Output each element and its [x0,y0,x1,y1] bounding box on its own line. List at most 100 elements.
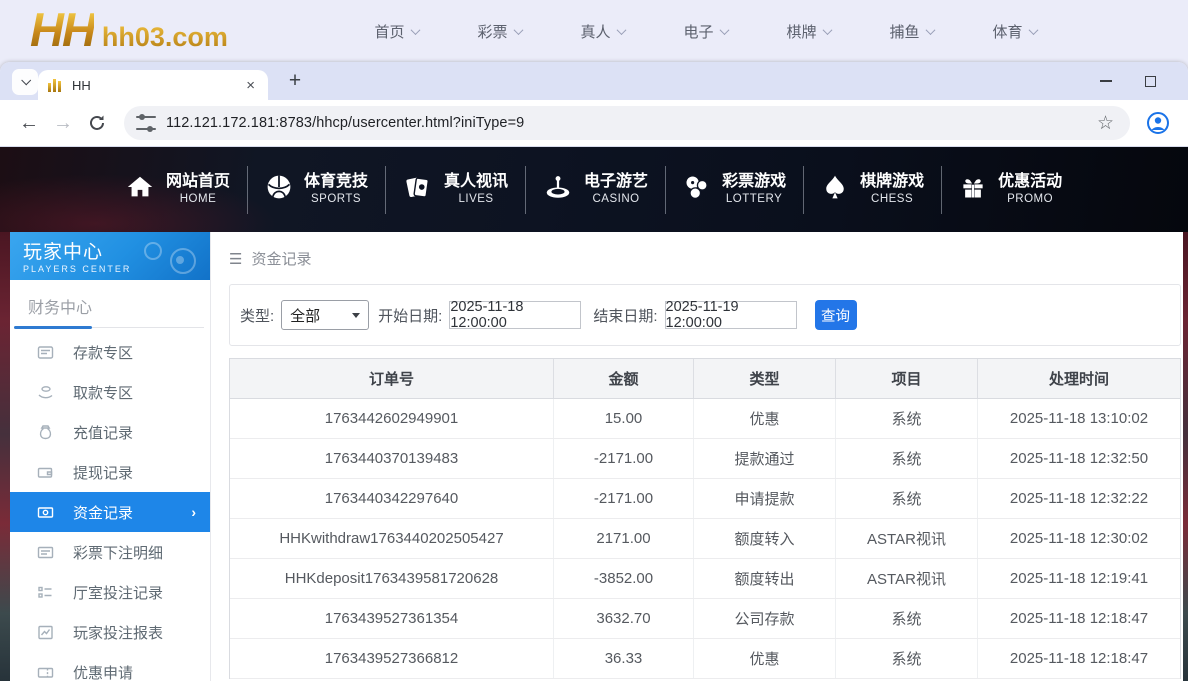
home-icon [125,172,155,207]
nav-label-en: CASINO [592,193,640,206]
nav-item-lives[interactable]: 真人视讯 LIVES [386,160,525,220]
forward-button[interactable]: → [46,106,80,140]
nav-item-casino[interactable]: 电子游艺 CASINO [526,160,665,220]
nav-item-chess[interactable]: 棋牌游戏 CHESS [804,160,941,220]
spade-icon [821,173,849,206]
end-date-input[interactable]: 2025-11-19 12:00:00 [664,299,797,331]
nav-label-en: LOTTERY [725,193,783,206]
tab-search-button[interactable] [12,69,38,95]
tab-favicon-icon [48,78,63,92]
top-nav-item-home[interactable]: 首页 [345,0,448,62]
url-text[interactable]: 112.121.172.181:8783/hhcp/usercenter.htm… [166,115,1089,131]
sidebar-item-label: 彩票下注明细 [73,544,164,562]
nav-label-zh: 体育竞技 [304,173,369,191]
sidebar-item-promo-apply[interactable]: 优惠申请 [10,652,210,681]
table-row: 1763440342297640 -2171.00 申请提款 系统 2025-1… [230,479,1180,519]
nav-label-zh: 真人视讯 [444,173,509,191]
search-button[interactable]: 查询 [814,300,857,330]
content-panel: ☰ 资金记录 类型: 全部 开始日期: 2025-11-18 12:00:00 … [210,232,1183,681]
type-label: 类型: [240,307,275,325]
url-bar[interactable]: 112.121.172.181:8783/hhcp/usercenter.htm… [124,106,1130,140]
nav-label-zh: 电子游艺 [584,173,649,191]
process-time-cell: 2025-11-18 12:18:47 [1009,650,1149,667]
deposit-icon [37,344,54,361]
amount-cell: -2171.00 [554,439,694,478]
gift-icon [959,173,987,206]
top-nav-item-chess[interactable]: 棋牌 [757,0,860,62]
top-nav-item-sports[interactable]: 体育 [963,0,1066,62]
bookmark-star-icon[interactable]: ☆ [1089,112,1122,135]
browser-tab[interactable]: HH × [38,70,268,100]
window-minimize-button[interactable] [1086,62,1126,100]
nav-item-promo[interactable]: 优惠活动 PROMO [942,160,1079,220]
header-amount: 金额 [554,359,694,398]
chevron-down-icon [616,24,626,35]
amount-cell: -2171.00 [554,479,694,518]
type-cell: 申请提款 [694,479,836,518]
top-nav-item-slots[interactable]: 电子 [654,0,757,62]
table-row: 1763440370139483 -2171.00 提款通过 系统 2025-1… [230,439,1180,479]
hamburger-icon[interactable]: ☰ [229,250,242,268]
sidebar-item-withdrawal-records[interactable]: 提现记录 [10,452,210,492]
top-nav-item-lottery[interactable]: 彩票 [448,0,551,62]
sidebar-item-deposit-zone[interactable]: 存款专区 [10,332,210,372]
top-nav-label: 彩票 [477,23,508,41]
sidebar-item-room-bet-records[interactable]: 厅室投注记录 [10,572,210,612]
breadcrumb: ☰ 资金记录 [229,248,1183,269]
type-select[interactable]: 全部 [281,300,370,330]
finance-section-label: 财务中心 [28,300,93,317]
sidebar-item-label: 资金记录 [73,504,134,522]
breadcrumb-label: 资金记录 [251,251,312,268]
top-nav-label: 棋牌 [786,23,817,41]
sidebar-item-label: 厅室投注记录 [73,584,164,602]
finance-section-header: 财务中心 [10,280,210,332]
amount-cell: 2171.00 [554,519,694,558]
start-date-label: 开始日期: [378,307,443,325]
nav-item-home[interactable]: 网站首页 HOME [108,160,247,220]
order-id-cell: 1763439527361354 [230,599,554,638]
nav-item-lottery[interactable]: 彩票游戏 LOTTERY [666,160,803,220]
amount-cell: -3852.00 [554,559,694,598]
browser-toolbar: ← → 112.121.172.181:8783/hhcp/usercenter… [0,100,1188,147]
sidebar-item-funds-records[interactable]: 资金记录 › [10,492,210,532]
site-info-icon[interactable] [136,114,156,132]
nav-item-sports[interactable]: 体育竞技 SPORTS [248,160,385,220]
sidebar-item-lottery-bet-details[interactable]: 彩票下注明细 [10,532,210,572]
process-time-cell: 2025-11-18 12:19:41 [1009,570,1149,587]
type-select-value: 全部 [290,307,321,325]
maximize-icon [1144,75,1156,87]
site-logo[interactable]: HH hh03.com [30,2,228,57]
top-nav-item-fishing[interactable]: 捕鱼 [860,0,963,62]
chevron-down-icon [719,24,729,35]
back-button[interactable]: ← [12,106,46,140]
site-page-header: HH hh03.com 首页 彩票 真人 电子 棋牌 捕鱼 体育 [0,0,1188,62]
sidebar-item-label: 充值记录 [73,424,134,442]
sidebar-menu: 存款专区 取款专区 充值记录 提现记录 资金记录 › 彩票下注明细 厅室投注记录… [10,332,210,681]
hand-money-icon [37,384,54,401]
top-nav-item-live[interactable]: 真人 [551,0,654,62]
process-time-cell: 2025-11-18 12:30:02 [1009,530,1149,547]
process-time-cell: 2025-11-18 13:10:02 [1009,410,1149,427]
nav-label-zh: 网站首页 [166,173,231,191]
amount-cell: 15.00 [554,399,694,438]
sidebar-item-player-bet-report[interactable]: 玩家投注报表 [10,612,210,652]
profile-button[interactable] [1138,103,1178,143]
sidebar-item-label: 存款专区 [73,344,134,362]
nav-label-zh: 彩票游戏 [722,173,787,191]
new-tab-button[interactable]: + [282,68,308,94]
sidebar-item-label: 优惠申请 [73,664,134,681]
start-date-input[interactable]: 2025-11-18 12:00:00 [449,299,582,331]
type-cell: 额度转出 [694,559,836,598]
type-cell: 优惠 [694,399,836,438]
reload-button[interactable] [80,106,114,140]
order-id-cell: 1763440342297640 [230,479,554,518]
tab-close-icon[interactable]: × [243,77,258,94]
sidebar-item-label: 取款专区 [73,384,134,402]
top-nav-label: 电子 [683,23,714,41]
nav-label-en: HOME [179,193,217,206]
sidebar-item-recharge-records[interactable]: 充值记录 [10,412,210,452]
nav-label-zh: 优惠活动 [998,173,1063,191]
window-maximize-button[interactable] [1130,62,1170,100]
tab-strip: HH × + [0,62,1188,100]
sidebar-item-withdraw-zone[interactable]: 取款专区 [10,372,210,412]
